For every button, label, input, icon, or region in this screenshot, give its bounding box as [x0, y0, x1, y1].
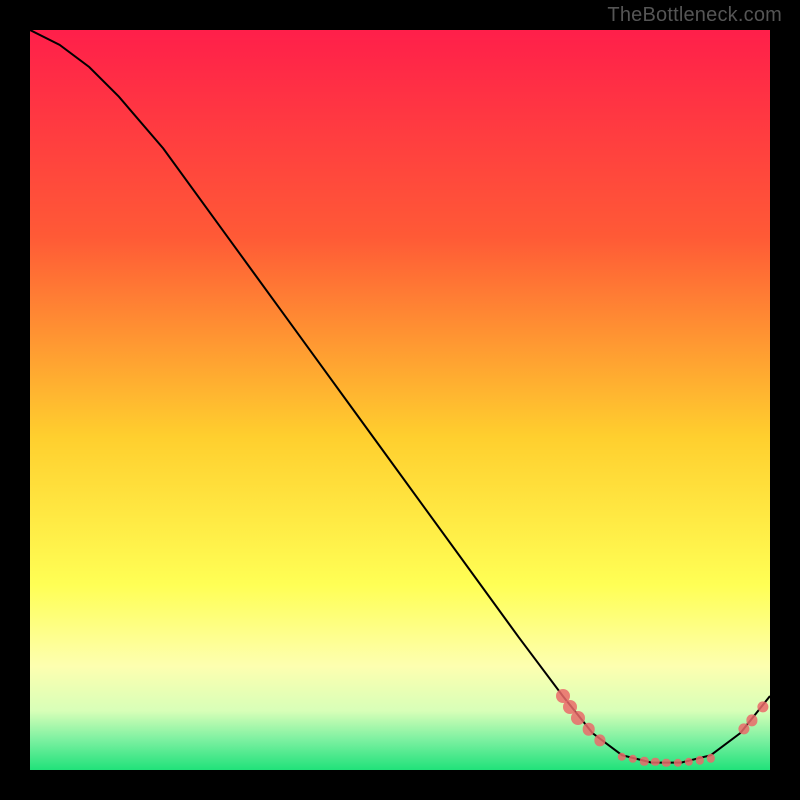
curve-layer: [30, 30, 770, 770]
data-point: [571, 711, 585, 725]
plot-area: [30, 30, 770, 770]
watermark-text: TheBottleneck.com: [607, 4, 782, 27]
bottleneck-curve: [30, 30, 770, 763]
chart-container: TheBottleneck.com: [0, 0, 800, 800]
data-point: [582, 723, 595, 736]
